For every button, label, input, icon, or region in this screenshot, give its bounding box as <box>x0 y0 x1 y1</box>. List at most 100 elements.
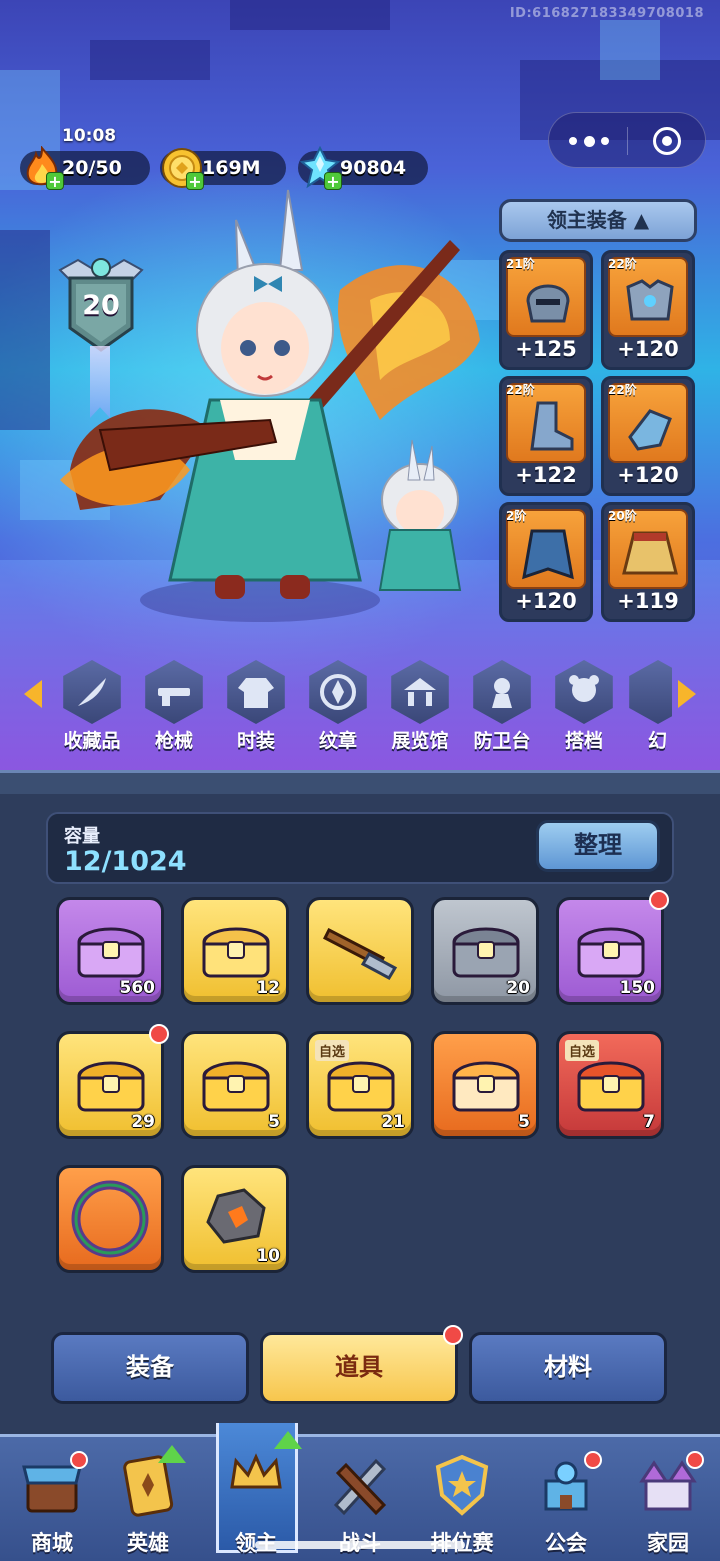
more-menu-icon[interactable] <box>569 131 609 151</box>
nav-home[interactable]: 家园 <box>618 1437 718 1561</box>
inventory-item[interactable]: 20 <box>431 897 539 1005</box>
inventory-item[interactable] <box>56 1165 164 1273</box>
partner-icon <box>569 675 599 702</box>
home-indicator <box>255 1541 465 1549</box>
portal-ring-icon <box>71 1180 149 1258</box>
item-count: 5 <box>518 1112 530 1132</box>
item-count: 560 <box>119 978 156 998</box>
inventory-item[interactable]: 150 <box>556 890 669 1005</box>
lord-character-art <box>60 189 480 622</box>
sort-button[interactable]: 整理 <box>536 820 660 872</box>
equip-slot-skirt[interactable]: 20阶 +119 <box>601 502 695 622</box>
nav-shop[interactable]: 商城 <box>2 1437 102 1561</box>
cape-icon <box>522 529 574 580</box>
rifle-icon <box>323 927 398 980</box>
gauntlet-icon <box>628 409 672 451</box>
notification-dot <box>443 1325 463 1345</box>
inventory-item[interactable]: 5 <box>181 1031 289 1139</box>
nav-heroes[interactable]: 英雄 <box>98 1437 198 1561</box>
equip-slot-gauntlet[interactable]: 22阶 +120 <box>601 376 695 496</box>
inventory-item[interactable] <box>306 897 414 1005</box>
upgrade-arrow-icon <box>158 1445 186 1463</box>
ore-icon <box>206 1188 266 1244</box>
mini-program-capsule <box>548 112 706 168</box>
equip-tier: 21阶 <box>506 257 535 271</box>
equip-slot-cape[interactable]: 2阶 +120 <box>499 502 593 622</box>
inventory-item[interactable]: 560 <box>56 897 164 1005</box>
notification-dot <box>686 1451 704 1469</box>
notification-dot <box>149 1024 169 1044</box>
optional-select-tag: 自选 <box>315 1040 350 1061</box>
equip-slot-boots[interactable]: 22阶 +122 <box>499 376 593 496</box>
tab-materials[interactable]: 材料 <box>469 1332 667 1404</box>
inventory-item[interactable]: 自选 21 <box>306 1031 414 1139</box>
category-emblem[interactable]: 纹章 <box>298 660 378 753</box>
item-count: 10 <box>256 1246 280 1266</box>
tab-items[interactable]: 道具 <box>260 1325 463 1404</box>
equip-tier: 22阶 <box>608 383 637 397</box>
defense-tower-icon <box>492 678 512 708</box>
helmet-icon <box>526 284 570 323</box>
tab-equipment[interactable]: 装备 <box>51 1332 249 1404</box>
item-count: 150 <box>619 978 656 998</box>
equip-bonus: +120 <box>515 589 577 613</box>
purple-chest-icon <box>577 927 645 978</box>
feather-icon <box>78 678 106 706</box>
nav-guild[interactable]: 公会 <box>516 1437 616 1561</box>
firearm-icon <box>158 688 190 706</box>
winged-gold-chest-icon <box>202 1061 270 1112</box>
category-exhibition[interactable]: 展览馆 <box>380 660 460 753</box>
equip-tier: 22阶 <box>608 257 637 271</box>
equip-slot-chest[interactable]: 22阶 +120 <box>601 250 695 370</box>
inventory-item[interactable]: 5 <box>431 1031 539 1139</box>
capacity-value: 12/1024 <box>64 846 187 877</box>
exhibition-hall-icon <box>404 678 436 706</box>
lord-scene: ID:616827183349708018 10:08 20/50 + 169M… <box>0 0 720 770</box>
upgrade-arrow-icon <box>274 1431 302 1449</box>
capacity-box: 容量 12/1024 整理 <box>46 812 674 884</box>
ranked-shield-icon <box>435 1454 489 1516</box>
emblem-icon <box>320 674 356 710</box>
category-illusion[interactable]: 幻 <box>626 660 672 753</box>
close-target-icon[interactable] <box>653 127 681 155</box>
category-partner[interactable]: 搭档 <box>544 660 624 753</box>
winged-orange-chest-icon <box>452 1061 520 1112</box>
player-id: ID:616827183349708018 <box>509 6 704 21</box>
category-bar: 收藏品 枪械 时装 纹章 展览馆 防卫台 搭档 幻 <box>0 660 720 760</box>
equip-tier: 2阶 <box>506 509 527 523</box>
notification-dot <box>70 1451 88 1469</box>
equip-tier: 22阶 <box>506 383 535 397</box>
category-costume[interactable]: 时装 <box>216 660 296 753</box>
chest-armor-icon <box>626 279 674 321</box>
lord-equipment-toggle[interactable]: 领主装备 ▲ <box>499 199 697 242</box>
category-collectibles[interactable]: 收藏品 <box>52 660 132 753</box>
winged-lock-chest-icon <box>202 927 270 978</box>
boots-icon <box>530 401 574 451</box>
notification-dot <box>584 1451 602 1469</box>
panel-divider <box>0 770 720 794</box>
inventory-item[interactable]: 10 <box>181 1165 289 1273</box>
item-count: 29 <box>131 1112 155 1132</box>
costume-icon <box>238 678 274 708</box>
equip-slot-helmet[interactable]: 21阶 +125 <box>499 250 593 370</box>
equip-tier: 20阶 <box>608 509 637 523</box>
gold-chest-icon <box>77 1061 145 1112</box>
iron-chest-icon <box>452 927 520 978</box>
inventory-item[interactable]: 自选 7 <box>556 1031 664 1139</box>
category-firearms[interactable]: 枪械 <box>134 660 214 753</box>
equip-bonus: +125 <box>515 337 577 361</box>
optional-select-tag: 自选 <box>565 1040 600 1061</box>
inventory-item[interactable]: 29 <box>56 1024 169 1139</box>
purple-chest-icon <box>77 927 145 978</box>
collapse-triangle-icon: ▲ <box>633 208 650 232</box>
crown-icon <box>230 1453 282 1489</box>
equip-bonus: +122 <box>515 463 577 487</box>
category-defense-tower[interactable]: 防卫台 <box>462 660 542 753</box>
item-count: 7 <box>643 1112 655 1132</box>
clock: 10:08 <box>62 126 117 146</box>
item-count: 5 <box>268 1112 280 1132</box>
skirt-icon <box>622 531 678 575</box>
inventory-item[interactable]: 12 <box>181 897 289 1005</box>
equip-bonus: +120 <box>617 337 679 361</box>
notification-dot <box>649 890 669 910</box>
